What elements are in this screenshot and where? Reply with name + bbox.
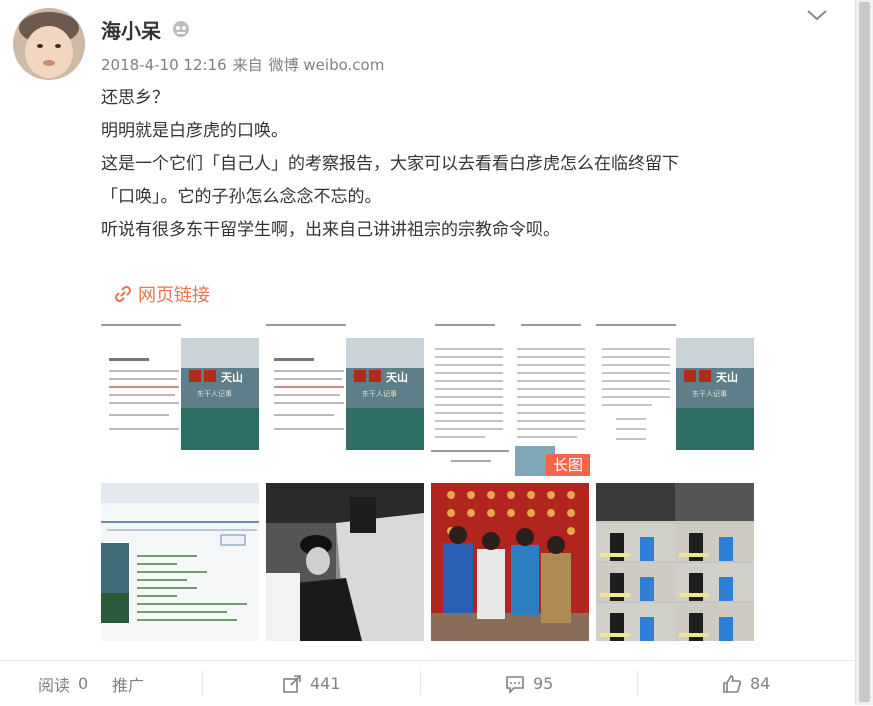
web-link-label: 网页链接 <box>138 285 210 306</box>
author-name[interactable]: 海小呆 <box>101 15 161 44</box>
svg-text:东干人记事: 东干人记事 <box>197 389 232 398</box>
weibo-post-card: 海小呆 2018-4-10 12:16 来自 微博 weibo.com 还思乡？ 明… <box>0 0 855 705</box>
post-text: 还思乡？ 明明就是白彦虎的口唤。 这是一个它们「自己人」的考察报告，大家可以去看… <box>101 82 821 247</box>
source-prefix: 来自 <box>232 56 263 74</box>
read-count-value: 0 <box>78 674 89 693</box>
post-image-7[interactable] <box>431 483 589 641</box>
scrollbar-thumb[interactable] <box>859 2 870 702</box>
svg-text:东干人记事: 东干人记事 <box>692 389 727 398</box>
read-label: 阅读 <box>38 675 71 695</box>
like-count: 84 <box>750 674 771 693</box>
vertical-scrollbar[interactable] <box>855 0 873 705</box>
post-meta: 2018-4-10 12:16 来自 微博 weibo.com <box>101 54 390 75</box>
post-image-1[interactable]: 天山 东干人记事 <box>101 318 259 476</box>
footer-divider <box>420 671 421 695</box>
footer-divider <box>637 671 638 695</box>
svg-text:天山: 天山 <box>716 370 738 384</box>
post-image-8[interactable] <box>596 483 754 641</box>
web-link[interactable]: 网页链接 <box>114 281 210 307</box>
svg-text:天山: 天山 <box>386 370 408 384</box>
comment-count: 95 <box>533 674 554 693</box>
post-line: 这是一个它们「自己人」的考察报告，大家可以去看看白彦虎怎么在临终留下 <box>101 154 679 174</box>
post-image-5[interactable] <box>101 483 259 641</box>
long-image-badge: 长图 <box>546 454 590 476</box>
post-image-4[interactable]: 天山 东干人记事 <box>596 318 754 476</box>
post-image-6[interactable] <box>266 483 424 641</box>
repost-button[interactable]: 441 <box>282 661 341 706</box>
post-source[interactable]: 微博 weibo.com <box>269 56 385 74</box>
footer-divider <box>202 671 203 695</box>
promote-button[interactable]: 推广 <box>112 661 144 706</box>
post-image-3[interactable] <box>431 318 589 476</box>
member-badge-icon <box>173 21 189 37</box>
share-icon <box>283 674 301 693</box>
comment-button[interactable]: 95 <box>505 661 553 706</box>
post-line: 听说有很多东干留学生啊，出来自己讲讲祖宗的宗教命令呗。 <box>101 220 560 240</box>
repost-count: 441 <box>310 674 341 693</box>
promote-label: 推广 <box>112 675 145 695</box>
svg-text:天山: 天山 <box>221 370 243 384</box>
post-footer: 阅读 0 推广 441 95 84 <box>0 660 855 706</box>
like-button[interactable]: 84 <box>722 661 770 706</box>
post-line: 「口唤」。它的子孙怎么念念不忘的。 <box>101 187 382 207</box>
read-count: 阅读 0 <box>38 661 88 706</box>
avatar[interactable] <box>13 8 85 80</box>
chevron-down-icon[interactable] <box>806 8 828 22</box>
link-icon <box>114 285 132 303</box>
post-image-2[interactable]: 天山 东干人记事 <box>266 318 424 476</box>
post-line: 还思乡？ <box>101 88 169 108</box>
svg-text:东干人记事: 东干人记事 <box>362 389 397 398</box>
post-timestamp[interactable]: 2018-4-10 12:16 <box>101 56 227 74</box>
post-line: 明明就是白彦虎的口唤。 <box>101 121 288 141</box>
thumbs-up-icon <box>723 674 741 693</box>
comment-icon <box>506 675 524 694</box>
